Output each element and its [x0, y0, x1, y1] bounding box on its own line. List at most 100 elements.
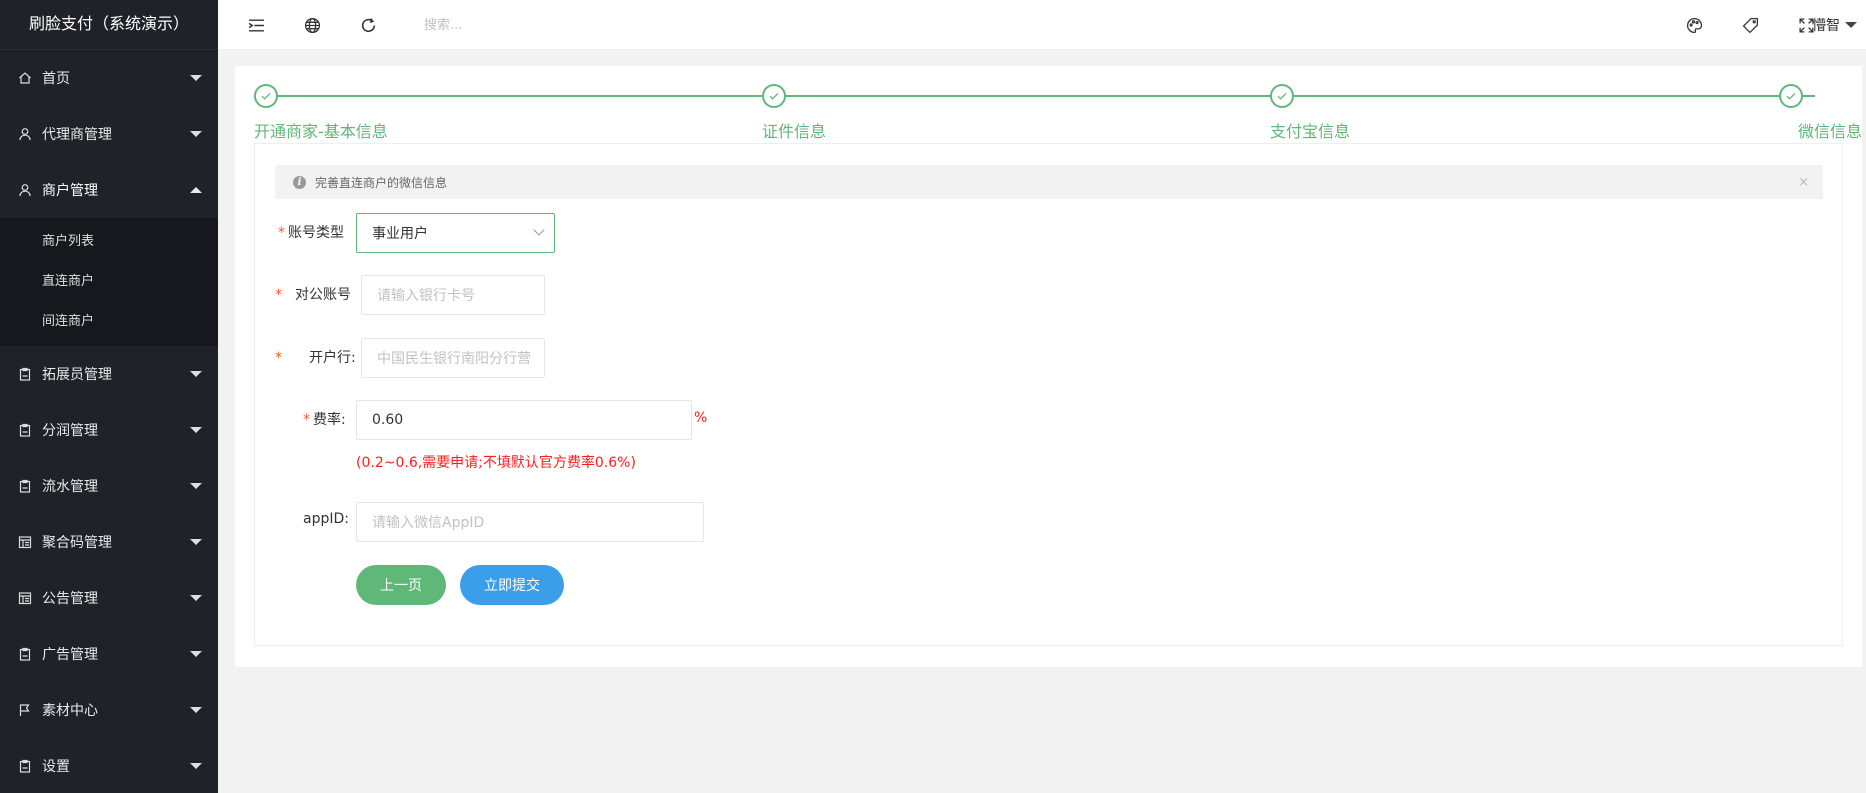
step-4-label: 微信信息: [1797, 122, 1862, 141]
form-panel: i 完善直连商户的微信信息 × * 账号类型 事业用户 * 对公账号 请输入银行卡号…: [254, 143, 1843, 646]
account-type-select[interactable]: 事业用户: [356, 213, 555, 253]
rate-unit: %: [694, 410, 708, 426]
step-2-check-icon: [762, 84, 786, 108]
sidebar-item-label: 聚合码管理: [42, 535, 112, 551]
bank-label-text: 开户行:: [309, 350, 356, 366]
flag-icon: [18, 703, 32, 717]
sidebar: 刷脸支付（系统演示） 首页代理商管理商户管理商户列表 直连商户 间连商户拓展员管理分…: [0, 0, 218, 793]
sidebar-item-4[interactable]: 分润管理: [0, 402, 218, 458]
sidebar-item-label: 公告管理: [42, 591, 98, 607]
account-no-input[interactable]: 请输入银行卡号: [361, 275, 545, 315]
rate-hint: (0.2~0.6,需要申请;不填默认官方费率0.6%): [356, 455, 636, 471]
submit-button[interactable]: 立即提交: [460, 565, 564, 605]
step-connector: [265, 95, 1815, 97]
sidebar-subitem-1[interactable]: 直连商户: [0, 262, 218, 302]
sidebar-item-1[interactable]: 代理商管理: [0, 106, 218, 162]
bank-label: * 开户行:: [275, 347, 356, 367]
home-icon: [18, 71, 32, 85]
note-icon[interactable]: [1740, 15, 1760, 35]
username: 懵智: [1812, 18, 1840, 34]
step-1-check-icon: [254, 84, 278, 108]
rate-label: * 费率:: [303, 409, 346, 429]
sidebar-subitem-2[interactable]: 间连商户: [0, 302, 218, 342]
chevron-down-icon: [190, 131, 202, 137]
account-no-label-text: 对公账号: [295, 287, 351, 303]
sidebar-item-5[interactable]: 流水管理: [0, 458, 218, 514]
sidebar-subitem-0[interactable]: 商户列表: [0, 222, 218, 262]
sidebar-nav: 首页代理商管理商户管理商户列表 直连商户 间连商户拓展员管理分润管理流水管理聚合码管…: [0, 50, 218, 793]
prev-button[interactable]: 上一页: [356, 565, 446, 605]
required-mark: *: [275, 350, 282, 366]
chevron-down-icon: [190, 595, 202, 601]
appid-label: appID:: [303, 511, 349, 527]
step-3-check-icon: [1270, 84, 1294, 108]
sidebar-item-label: 代理商管理: [42, 127, 112, 143]
account-no-label: * 对公账号: [275, 284, 351, 304]
template-icon: [18, 535, 32, 549]
chevron-down-icon: [533, 224, 545, 236]
required-mark: *: [275, 287, 282, 303]
account-type-value: 事业用户: [372, 226, 428, 242]
sidebar-item-3[interactable]: 拓展员管理: [0, 346, 218, 402]
rate-label-text: 费率:: [313, 412, 346, 428]
search-input[interactable]: [424, 13, 624, 37]
sidebar-item-label: 分润管理: [42, 423, 98, 439]
required-mark: *: [278, 225, 285, 241]
clipboard-icon: [18, 759, 32, 773]
sidebar-item-label: 流水管理: [42, 479, 98, 495]
sidebar-item-label: 拓展员管理: [42, 367, 112, 383]
user-menu[interactable]: 懵智: [1812, 15, 1857, 35]
info-icon: i: [293, 175, 306, 189]
account-type-label-text: 账号类型: [288, 225, 344, 241]
sidebar-item-2[interactable]: 商户管理: [0, 162, 218, 218]
app-title: 刷脸支付（系统演示）: [0, 0, 218, 50]
chevron-down-icon: [190, 651, 202, 657]
sidebar-item-8[interactable]: 广告管理: [0, 626, 218, 682]
step-1-label: 开通商家-基本信息: [254, 122, 388, 141]
account-type-label: * 账号类型: [278, 222, 344, 242]
sidebar-item-9[interactable]: 素材中心: [0, 682, 218, 738]
sidebar-item-label: 设置: [42, 759, 70, 775]
chevron-down-icon: [1845, 22, 1857, 28]
chevron-down-icon: [190, 707, 202, 713]
step-3-label: 支付宝信息: [1270, 122, 1351, 141]
appid-input[interactable]: 请输入微信AppID: [356, 502, 704, 542]
step-2-label: 证件信息: [762, 122, 827, 141]
clipboard-icon: [18, 423, 32, 437]
chevron-down-icon: [190, 539, 202, 545]
menu-toggle-icon[interactable]: [246, 15, 266, 35]
close-icon[interactable]: ×: [1798, 175, 1809, 190]
info-tip: i 完善直连商户的微信信息 ×: [275, 165, 1823, 199]
chevron-down-icon: [190, 763, 202, 769]
required-mark: *: [303, 412, 310, 428]
sidebar-item-0[interactable]: 首页: [0, 50, 218, 106]
top-header: 懵智: [218, 0, 1866, 50]
chevron-up-icon: [190, 187, 202, 193]
sidebar-item-7[interactable]: 公告管理: [0, 570, 218, 626]
chevron-down-icon: [190, 427, 202, 433]
sidebar-item-6[interactable]: 聚合码管理: [0, 514, 218, 570]
sidebar-item-label: 首页: [42, 71, 70, 87]
step-progress: 开通商家-基本信息 证件信息 支付宝信息 微信信息: [235, 66, 1862, 146]
chevron-down-icon: [190, 371, 202, 377]
sidebar-item-10[interactable]: 设置: [0, 738, 218, 793]
clipboard-icon: [18, 647, 32, 661]
website-icon[interactable]: [302, 15, 322, 35]
tip-text: 完善直连商户的微信信息: [315, 175, 448, 190]
chevron-down-icon: [190, 483, 202, 489]
clipboard-icon: [18, 367, 32, 381]
bank-input[interactable]: 中国民生银行南阳分行营: [361, 338, 545, 378]
template-icon: [18, 591, 32, 605]
theme-icon[interactable]: [1684, 15, 1704, 35]
refresh-icon[interactable]: [358, 15, 378, 35]
user-icon: [18, 127, 32, 141]
sidebar-item-label: 商户管理: [42, 183, 98, 199]
sidebar-item-label: 广告管理: [42, 647, 98, 663]
chevron-down-icon: [190, 75, 202, 81]
user-icon: [18, 183, 32, 197]
sidebar-subnav: 商户列表 直连商户 间连商户: [0, 218, 218, 346]
step-4-check-icon: [1779, 84, 1803, 108]
rate-input[interactable]: 0.60: [356, 400, 692, 440]
sidebar-item-label: 素材中心: [42, 703, 98, 719]
clipboard-icon: [18, 479, 32, 493]
